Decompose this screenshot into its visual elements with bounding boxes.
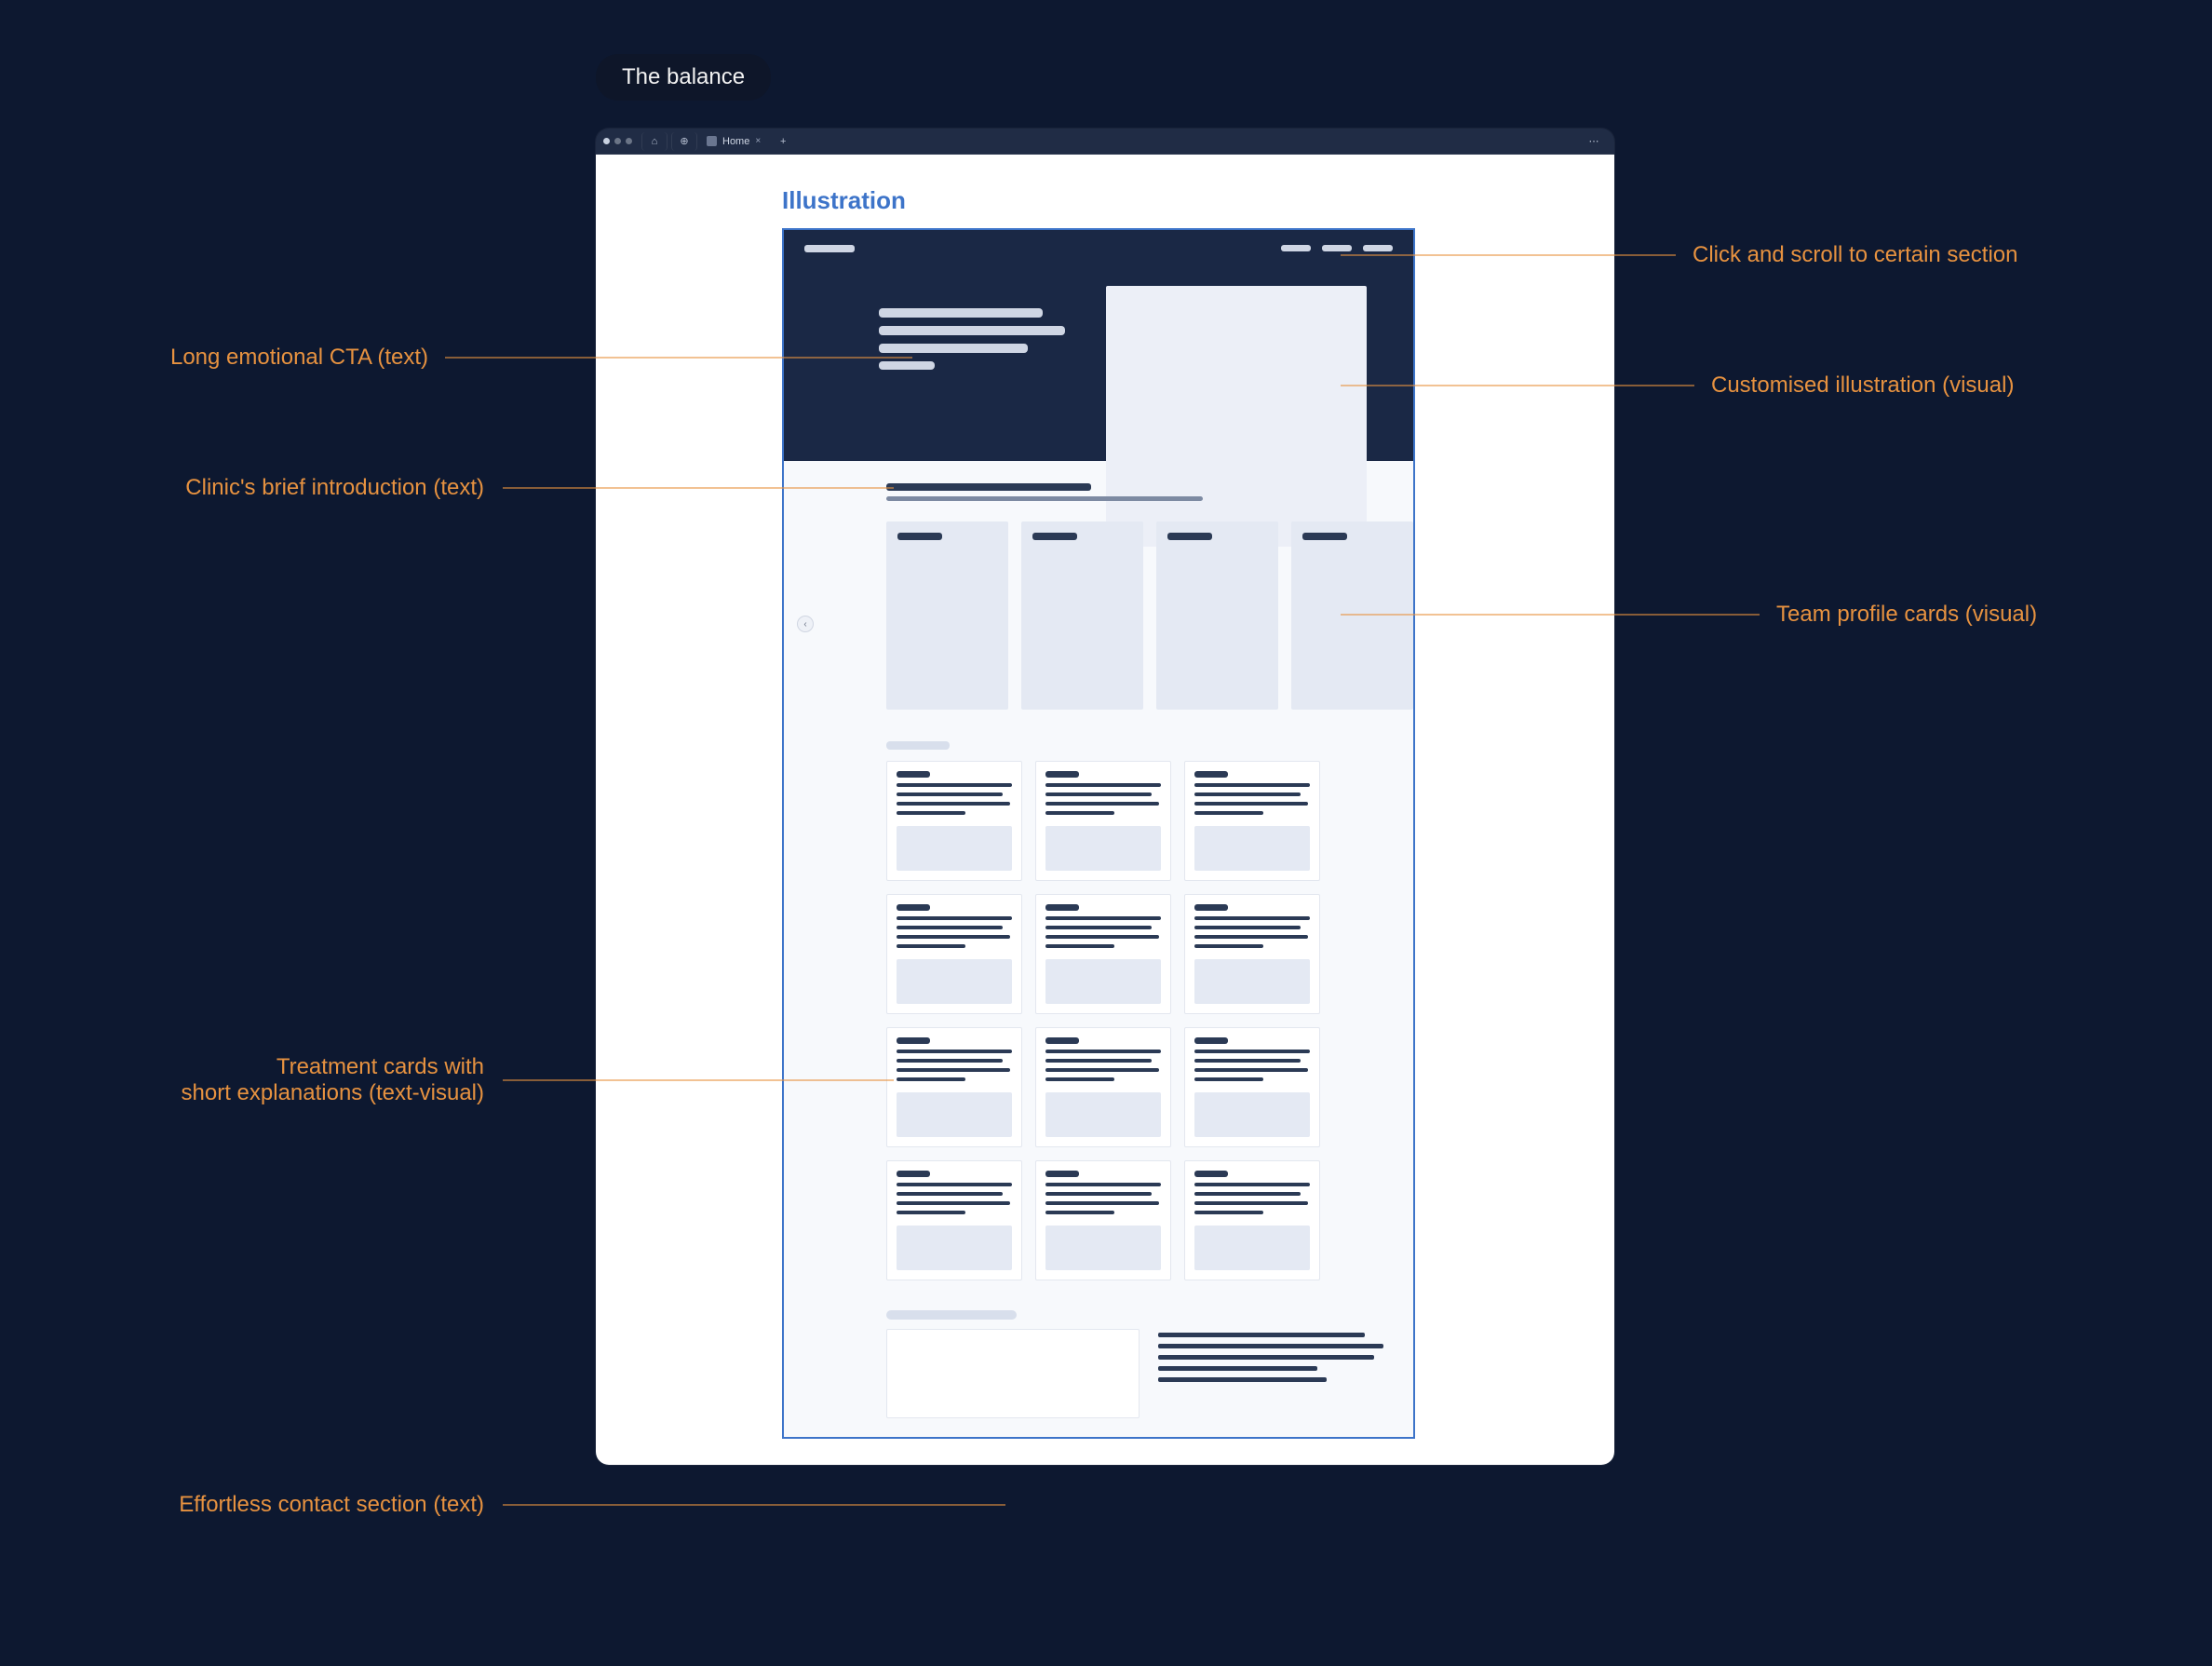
favicon-icon bbox=[707, 136, 717, 146]
treatment-card[interactable] bbox=[1035, 1160, 1171, 1280]
globe-icon[interactable]: ⊕ bbox=[671, 132, 697, 151]
badge-title: The balance bbox=[596, 54, 771, 101]
canvas: Illustration ‹ bbox=[596, 155, 1614, 1465]
treatment-image bbox=[1194, 826, 1310, 871]
intro-text-bar bbox=[886, 496, 1203, 501]
tab-label: Home bbox=[722, 136, 749, 147]
treatment-card[interactable] bbox=[1184, 894, 1320, 1014]
contact-form-box[interactable] bbox=[886, 1329, 1140, 1418]
treatment-image bbox=[1045, 1092, 1161, 1137]
contact-label-bar bbox=[886, 1310, 1017, 1320]
wireframe-page: ‹ bbox=[782, 228, 1415, 1439]
nav-links[interactable] bbox=[1281, 245, 1393, 252]
treatment-image bbox=[897, 826, 1012, 871]
contact-line bbox=[1158, 1355, 1374, 1360]
treatment-card[interactable] bbox=[1035, 894, 1171, 1014]
team-card[interactable] bbox=[1291, 521, 1413, 710]
contact-section bbox=[784, 1329, 1413, 1437]
section-label-bar bbox=[886, 741, 950, 750]
team-card[interactable] bbox=[1021, 521, 1143, 710]
contact-text bbox=[1158, 1329, 1393, 1418]
annotation-team: Team profile cards (visual) bbox=[1776, 602, 2037, 628]
nav-item[interactable] bbox=[1281, 245, 1311, 251]
annotation-nav: Click and scroll to certain section bbox=[1693, 242, 2017, 268]
close-icon[interactable]: × bbox=[755, 136, 761, 146]
contact-line bbox=[1158, 1366, 1317, 1371]
wireframe-title: Illustration bbox=[782, 186, 1614, 215]
nav-item[interactable] bbox=[1363, 245, 1393, 251]
nav-item[interactable] bbox=[1322, 245, 1352, 251]
treatment-grid bbox=[784, 753, 1413, 1288]
logo-placeholder bbox=[804, 245, 855, 252]
contact-line bbox=[1158, 1377, 1327, 1382]
treatment-image bbox=[897, 1092, 1012, 1137]
intro-section bbox=[784, 461, 1413, 508]
cta-line bbox=[879, 326, 1065, 335]
browser-tab[interactable]: Home × bbox=[701, 136, 766, 147]
treatment-card[interactable] bbox=[886, 761, 1022, 881]
treatment-image bbox=[897, 959, 1012, 1004]
treatment-image bbox=[1194, 959, 1310, 1004]
hero-section bbox=[784, 230, 1413, 461]
team-card[interactable] bbox=[1156, 521, 1278, 710]
treatment-image bbox=[1045, 826, 1161, 871]
cta-line bbox=[879, 344, 1028, 353]
treatment-image bbox=[1045, 1226, 1161, 1270]
treatment-card[interactable] bbox=[1035, 1027, 1171, 1147]
treatment-card[interactable] bbox=[1184, 761, 1320, 881]
cta-line bbox=[879, 361, 935, 370]
annotation-illus: Customised illustration (visual) bbox=[1711, 372, 2014, 399]
annotation-cta: Long emotional CTA (text) bbox=[170, 345, 428, 371]
carousel-prev-icon[interactable]: ‹ bbox=[797, 616, 814, 632]
contact-line bbox=[1158, 1344, 1383, 1348]
more-icon[interactable]: ⋯ bbox=[1581, 132, 1607, 151]
contact-line bbox=[1158, 1333, 1365, 1337]
treatment-card[interactable] bbox=[886, 1027, 1022, 1147]
home-icon[interactable]: ⌂ bbox=[641, 132, 668, 151]
treatment-image bbox=[1194, 1092, 1310, 1137]
annotation-intro: Clinic's brief introduction (text) bbox=[185, 475, 484, 501]
treatment-card[interactable] bbox=[886, 1160, 1022, 1280]
treatment-card[interactable] bbox=[886, 894, 1022, 1014]
treatment-image bbox=[897, 1226, 1012, 1270]
annotation-contact: Effortless contact section (text) bbox=[179, 1492, 484, 1518]
treatment-image bbox=[1045, 959, 1161, 1004]
annotation-treatment: Treatment cards with short explanations … bbox=[182, 1054, 484, 1106]
traffic-lights bbox=[603, 138, 632, 144]
treatment-card[interactable] bbox=[1184, 1160, 1320, 1280]
treatment-card[interactable] bbox=[1035, 761, 1171, 881]
browser-frame: ⌂ ⊕ Home × + ⋯ Illustration bbox=[596, 129, 1614, 1465]
cta-text-block bbox=[879, 308, 1065, 370]
treatment-image bbox=[1194, 1226, 1310, 1270]
new-tab-button[interactable]: + bbox=[770, 132, 796, 151]
treatment-card[interactable] bbox=[1184, 1027, 1320, 1147]
team-card[interactable] bbox=[886, 521, 1008, 710]
browser-bar: ⌂ ⊕ Home × + ⋯ bbox=[596, 129, 1614, 155]
team-cards-row[interactable]: ‹ bbox=[784, 508, 1413, 723]
intro-heading-bar bbox=[886, 483, 1091, 491]
cta-line bbox=[879, 308, 1043, 318]
